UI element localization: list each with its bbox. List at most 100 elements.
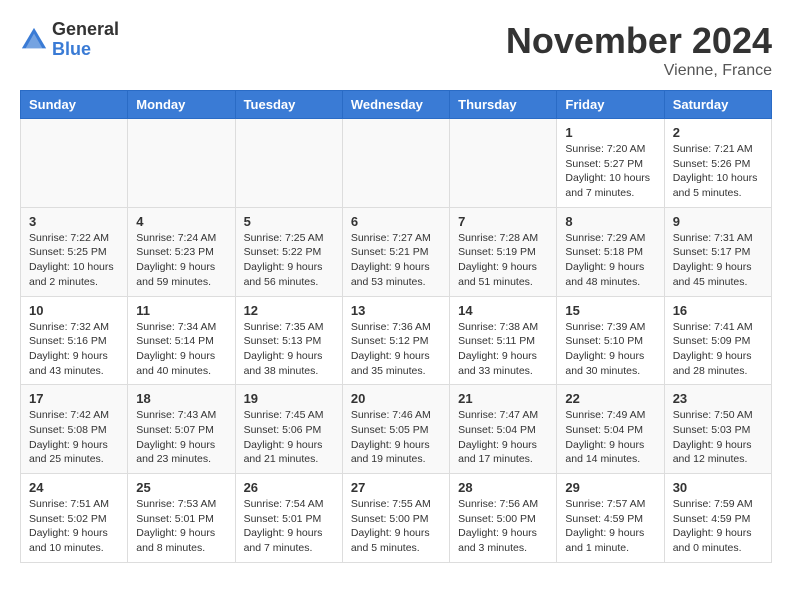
calendar-cell: 8Sunrise: 7:29 AM Sunset: 5:18 PM Daylig… bbox=[557, 207, 664, 296]
calendar-week-row: 24Sunrise: 7:51 AM Sunset: 5:02 PM Dayli… bbox=[21, 474, 772, 563]
calendar-cell: 11 Sunrise: 7:34 AM Sunset: 5:14 PM Dayli… bbox=[128, 296, 235, 385]
day-number: 19 bbox=[244, 391, 334, 406]
calendar-cell bbox=[21, 119, 128, 208]
day-number: 4 bbox=[136, 214, 226, 229]
calendar-cell: 26 Sunrise: 7:54 AM Sunset: 5:01 PM Dayli… bbox=[235, 474, 342, 563]
day-number: 18 bbox=[136, 391, 226, 406]
calendar-cell: 5 Sunrise: 7:25 AM Sunset: 5:22 PM Daylig… bbox=[235, 207, 342, 296]
day-info: Sunrise: 7:47 AM Sunset: 5:04 PM Dayligh… bbox=[458, 408, 548, 467]
calendar-cell: 13 Sunrise: 7:36 AM Sunset: 5:12 PM Dayli… bbox=[342, 296, 449, 385]
day-header-friday: Friday bbox=[557, 91, 664, 119]
day-info: Sunrise: 7:46 AM Sunset: 5:05 PM Dayligh… bbox=[351, 408, 441, 467]
day-info: Sunrise: 7:56 AM Sunset: 5:00 PM Dayligh… bbox=[458, 497, 548, 556]
calendar-header-row: SundayMondayTuesdayWednesdayThursdayFrid… bbox=[21, 91, 772, 119]
calendar-cell: 16Sunrise: 7:41 AM Sunset: 5:09 PM Dayli… bbox=[664, 296, 771, 385]
day-info: Sunrise: 7:29 AM Sunset: 5:18 PM Dayligh… bbox=[565, 231, 655, 290]
calendar-cell: 1 Sunrise: 7:20 AM Sunset: 5:27 PM Daylig… bbox=[557, 119, 664, 208]
day-info: Sunrise: 7:27 AM Sunset: 5:21 PM Dayligh… bbox=[351, 231, 441, 290]
calendar-cell: 18 Sunrise: 7:43 AM Sunset: 5:07 PM Dayli… bbox=[128, 385, 235, 474]
calendar-cell: 24Sunrise: 7:51 AM Sunset: 5:02 PM Dayli… bbox=[21, 474, 128, 563]
day-info: Sunrise: 7:38 AM Sunset: 5:11 PM Dayligh… bbox=[458, 320, 548, 379]
logo: General Blue bbox=[20, 20, 119, 60]
day-number: 14 bbox=[458, 303, 548, 318]
calendar-cell: 30Sunrise: 7:59 AM Sunset: 4:59 PM Dayli… bbox=[664, 474, 771, 563]
day-info: Sunrise: 7:20 AM Sunset: 5:27 PM Dayligh… bbox=[565, 142, 655, 201]
day-info: Sunrise: 7:49 AM Sunset: 5:04 PM Dayligh… bbox=[565, 408, 655, 467]
day-info: Sunrise: 7:53 AM Sunset: 5:01 PM Dayligh… bbox=[136, 497, 226, 556]
logo-text: General Blue bbox=[52, 20, 119, 60]
day-number: 20 bbox=[351, 391, 441, 406]
day-info: Sunrise: 7:36 AM Sunset: 5:12 PM Dayligh… bbox=[351, 320, 441, 379]
day-number: 16 bbox=[673, 303, 763, 318]
day-number: 5 bbox=[244, 214, 334, 229]
calendar-cell: 29 Sunrise: 7:57 AM Sunset: 4:59 PM Dayli… bbox=[557, 474, 664, 563]
calendar-cell: 15Sunrise: 7:39 AM Sunset: 5:10 PM Dayli… bbox=[557, 296, 664, 385]
day-info: Sunrise: 7:45 AM Sunset: 5:06 PM Dayligh… bbox=[244, 408, 334, 467]
day-number: 21 bbox=[458, 391, 548, 406]
day-info: Sunrise: 7:25 AM Sunset: 5:22 PM Dayligh… bbox=[244, 231, 334, 290]
day-info: Sunrise: 7:54 AM Sunset: 5:01 PM Dayligh… bbox=[244, 497, 334, 556]
day-info: Sunrise: 7:34 AM Sunset: 5:14 PM Dayligh… bbox=[136, 320, 226, 379]
calendar-cell: 27 Sunrise: 7:55 AM Sunset: 5:00 PM Dayli… bbox=[342, 474, 449, 563]
calendar-week-row: 1 Sunrise: 7:20 AM Sunset: 5:27 PM Daylig… bbox=[21, 119, 772, 208]
day-number: 6 bbox=[351, 214, 441, 229]
calendar-cell bbox=[342, 119, 449, 208]
calendar-cell: 10 Sunrise: 7:32 AM Sunset: 5:16 PM Dayli… bbox=[21, 296, 128, 385]
day-number: 13 bbox=[351, 303, 441, 318]
day-header-thursday: Thursday bbox=[450, 91, 557, 119]
title-section: November 2024 Vienne, France bbox=[506, 20, 772, 80]
day-number: 11 bbox=[136, 303, 226, 318]
day-info: Sunrise: 7:24 AM Sunset: 5:23 PM Dayligh… bbox=[136, 231, 226, 290]
calendar-cell: 2Sunrise: 7:21 AM Sunset: 5:26 PM Daylig… bbox=[664, 119, 771, 208]
calendar-cell: 17Sunrise: 7:42 AM Sunset: 5:08 PM Dayli… bbox=[21, 385, 128, 474]
day-number: 17 bbox=[29, 391, 119, 406]
day-info: Sunrise: 7:50 AM Sunset: 5:03 PM Dayligh… bbox=[673, 408, 763, 467]
calendar-cell: 9Sunrise: 7:31 AM Sunset: 5:17 PM Daylig… bbox=[664, 207, 771, 296]
calendar-cell: 12 Sunrise: 7:35 AM Sunset: 5:13 PM Dayli… bbox=[235, 296, 342, 385]
day-info: Sunrise: 7:28 AM Sunset: 5:19 PM Dayligh… bbox=[458, 231, 548, 290]
day-number: 30 bbox=[673, 480, 763, 495]
day-header-sunday: Sunday bbox=[21, 91, 128, 119]
day-info: Sunrise: 7:39 AM Sunset: 5:10 PM Dayligh… bbox=[565, 320, 655, 379]
day-info: Sunrise: 7:31 AM Sunset: 5:17 PM Dayligh… bbox=[673, 231, 763, 290]
calendar-week-row: 10 Sunrise: 7:32 AM Sunset: 5:16 PM Dayli… bbox=[21, 296, 772, 385]
calendar-cell bbox=[128, 119, 235, 208]
calendar-cell: 22 Sunrise: 7:49 AM Sunset: 5:04 PM Dayli… bbox=[557, 385, 664, 474]
day-info: Sunrise: 7:51 AM Sunset: 5:02 PM Dayligh… bbox=[29, 497, 119, 556]
calendar-cell: 21 Sunrise: 7:47 AM Sunset: 5:04 PM Dayli… bbox=[450, 385, 557, 474]
subtitle: Vienne, France bbox=[506, 62, 772, 80]
day-header-monday: Monday bbox=[128, 91, 235, 119]
day-number: 22 bbox=[565, 391, 655, 406]
day-number: 27 bbox=[351, 480, 441, 495]
day-number: 29 bbox=[565, 480, 655, 495]
day-info: Sunrise: 7:55 AM Sunset: 5:00 PM Dayligh… bbox=[351, 497, 441, 556]
day-info: Sunrise: 7:57 AM Sunset: 4:59 PM Dayligh… bbox=[565, 497, 655, 556]
calendar-week-row: 17Sunrise: 7:42 AM Sunset: 5:08 PM Dayli… bbox=[21, 385, 772, 474]
calendar-table: SundayMondayTuesdayWednesdayThursdayFrid… bbox=[20, 90, 772, 563]
calendar-cell: 6 Sunrise: 7:27 AM Sunset: 5:21 PM Daylig… bbox=[342, 207, 449, 296]
calendar-cell: 7 Sunrise: 7:28 AM Sunset: 5:19 PM Daylig… bbox=[450, 207, 557, 296]
calendar-cell bbox=[235, 119, 342, 208]
calendar-cell: 20 Sunrise: 7:46 AM Sunset: 5:05 PM Dayli… bbox=[342, 385, 449, 474]
day-number: 1 bbox=[565, 125, 655, 140]
calendar-cell: 25 Sunrise: 7:53 AM Sunset: 5:01 PM Dayli… bbox=[128, 474, 235, 563]
day-number: 10 bbox=[29, 303, 119, 318]
day-info: Sunrise: 7:32 AM Sunset: 5:16 PM Dayligh… bbox=[29, 320, 119, 379]
day-info: Sunrise: 7:43 AM Sunset: 5:07 PM Dayligh… bbox=[136, 408, 226, 467]
calendar-cell: 23 Sunrise: 7:50 AM Sunset: 5:03 PM Dayli… bbox=[664, 385, 771, 474]
day-number: 23 bbox=[673, 391, 763, 406]
day-number: 25 bbox=[136, 480, 226, 495]
calendar-cell: 4 Sunrise: 7:24 AM Sunset: 5:23 PM Daylig… bbox=[128, 207, 235, 296]
day-header-wednesday: Wednesday bbox=[342, 91, 449, 119]
day-number: 28 bbox=[458, 480, 548, 495]
day-number: 26 bbox=[244, 480, 334, 495]
page-header: General Blue November 2024 Vienne, Franc… bbox=[20, 20, 772, 80]
calendar-week-row: 3Sunrise: 7:22 AM Sunset: 5:25 PM Daylig… bbox=[21, 207, 772, 296]
calendar-cell: 28 Sunrise: 7:56 AM Sunset: 5:00 PM Dayli… bbox=[450, 474, 557, 563]
calendar-cell: 3Sunrise: 7:22 AM Sunset: 5:25 PM Daylig… bbox=[21, 207, 128, 296]
day-number: 12 bbox=[244, 303, 334, 318]
day-info: Sunrise: 7:35 AM Sunset: 5:13 PM Dayligh… bbox=[244, 320, 334, 379]
day-header-tuesday: Tuesday bbox=[235, 91, 342, 119]
day-number: 2 bbox=[673, 125, 763, 140]
day-number: 7 bbox=[458, 214, 548, 229]
